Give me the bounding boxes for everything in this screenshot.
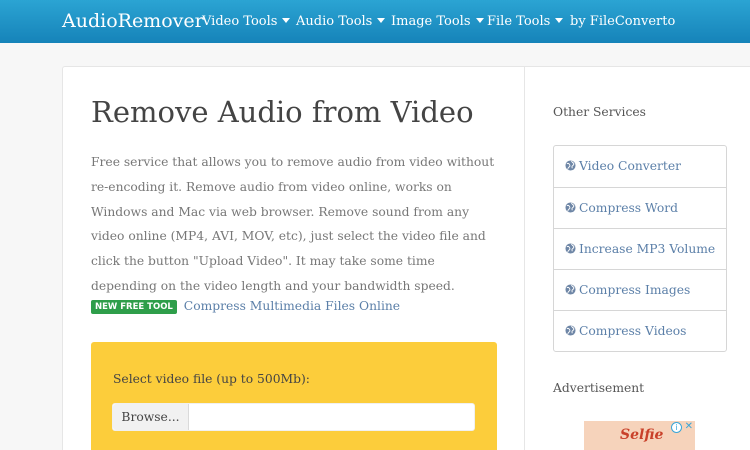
caret-down-icon xyxy=(282,18,291,23)
caret-down-icon xyxy=(555,18,564,23)
nav-label: File Tools xyxy=(487,14,551,29)
caret-down-icon xyxy=(377,18,386,23)
brand-logo[interactable]: AudioRemover xyxy=(62,10,204,32)
nav-label: Audio Tools xyxy=(296,14,373,29)
service-label: Compress Images xyxy=(579,283,691,297)
services-list: Video Converter Compress Word Increase M… xyxy=(553,145,727,352)
page-title: Remove Audio from Video xyxy=(91,95,474,129)
close-icon[interactable]: ✕ xyxy=(685,421,693,432)
service-compress-word[interactable]: Compress Word xyxy=(554,187,726,228)
browse-button[interactable]: Browse... xyxy=(113,404,189,430)
globe-icon xyxy=(565,284,576,295)
info-icon[interactable]: i xyxy=(671,422,682,433)
service-compress-images[interactable]: Compress Images xyxy=(554,269,726,310)
page-description: Free service that allows you to remove a… xyxy=(91,155,495,293)
nav-file-tools[interactable]: File Tools xyxy=(487,14,564,29)
service-label: Increase MP3 Volume xyxy=(579,242,716,256)
nav-audio-tools[interactable]: Audio Tools xyxy=(296,14,386,29)
advertisement-heading: Advertisement xyxy=(553,381,645,395)
top-navbar: AudioRemover Video Tools Audio Tools Ima… xyxy=(0,0,750,43)
globe-icon xyxy=(565,243,576,254)
nav-by-fileconverto[interactable]: by FileConverto xyxy=(570,14,675,29)
promo-line: NEW FREE TOOL Compress Multimedia Files … xyxy=(91,299,400,314)
other-services-heading: Other Services xyxy=(553,105,646,119)
globe-icon xyxy=(565,202,576,213)
new-tool-badge: NEW FREE TOOL xyxy=(91,300,177,314)
globe-icon xyxy=(565,160,576,171)
column-divider xyxy=(524,67,525,450)
upload-label: Select video file (up to 500Mb): xyxy=(113,372,310,386)
service-label: Compress Word xyxy=(579,201,678,215)
content-card: Remove Audio from Video Free service tha… xyxy=(62,66,750,450)
nav-image-tools[interactable]: Image Tools xyxy=(391,14,484,29)
nav-video-tools[interactable]: Video Tools xyxy=(202,14,291,29)
service-label: Compress Videos xyxy=(579,324,687,338)
globe-icon xyxy=(565,325,576,336)
ad-text: Selfie xyxy=(620,427,664,443)
advertisement-banner[interactable]: Selfie i ✕ xyxy=(584,421,695,450)
service-label: Video Converter xyxy=(579,159,681,173)
nav-label: Image Tools xyxy=(391,14,471,29)
service-video-converter[interactable]: Video Converter xyxy=(554,146,726,187)
compress-multimedia-link[interactable]: Compress Multimedia Files Online xyxy=(184,299,400,313)
caret-down-icon xyxy=(475,18,484,23)
upload-panel: Select video file (up to 500Mb): Browse.… xyxy=(91,342,497,450)
service-increase-mp3-volume[interactable]: Increase MP3 Volume xyxy=(554,228,726,269)
service-compress-videos[interactable]: Compress Videos xyxy=(554,310,726,351)
nav-label: Video Tools xyxy=(202,14,278,29)
video-file-input[interactable]: Browse... xyxy=(112,403,475,431)
